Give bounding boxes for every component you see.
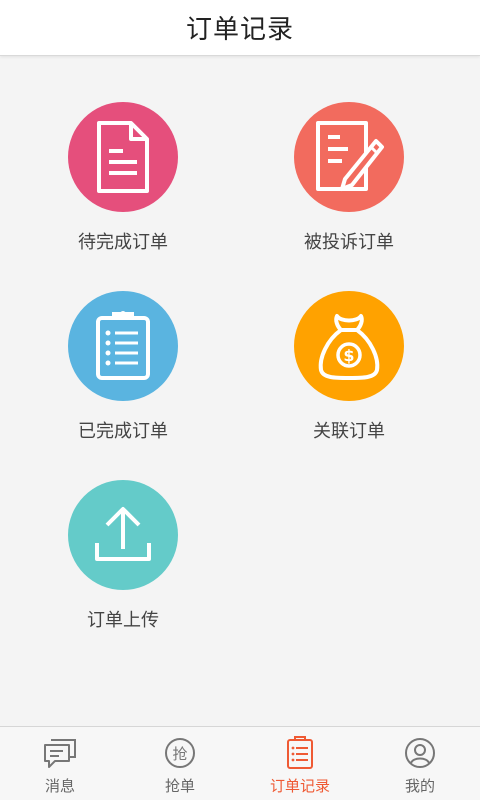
money-bag-icon: $ <box>318 314 380 380</box>
svg-text:抢: 抢 <box>172 745 187 763</box>
tab-label: 抢单 <box>164 777 195 795</box>
tile-label: 关联订单 <box>313 421 385 442</box>
linked-orders-circle[interactable]: $ <box>294 291 404 401</box>
clipboard-icon <box>283 736 317 770</box>
tile-label: 订单上传 <box>87 610 159 631</box>
tab-label: 我的 <box>404 777 435 795</box>
tab-label: 订单记录 <box>269 777 330 795</box>
user-icon <box>403 736 437 770</box>
tile-completed-orders[interactable]: 已完成订单 <box>23 291 223 443</box>
complained-orders-circle[interactable] <box>294 102 404 212</box>
document-icon <box>97 121 149 193</box>
grab-order-icon: 抢 <box>163 736 197 770</box>
tile-label: 被投诉订单 <box>304 232 394 253</box>
edit-document-icon <box>316 121 384 191</box>
tab-profile[interactable]: 我的 <box>360 727 480 800</box>
upload-orders-circle[interactable] <box>68 480 178 590</box>
pending-orders-circle[interactable] <box>68 102 178 212</box>
tab-order-records[interactable]: 订单记录 <box>240 727 360 800</box>
completed-orders-circle[interactable] <box>68 291 178 401</box>
chat-icon <box>43 736 77 770</box>
svg-text:$: $ <box>343 346 354 365</box>
tab-messages[interactable]: 消息 <box>0 727 120 800</box>
tab-label: 消息 <box>44 777 75 795</box>
order-menu-grid: 待完成订单 被投诉订单 已完成订单 $ 关联订单 订单上传 <box>0 56 480 726</box>
upload-icon <box>95 507 151 561</box>
tile-pending-orders[interactable]: 待完成订单 <box>23 102 223 254</box>
tab-grab-order[interactable]: 抢 抢单 <box>120 727 240 800</box>
tile-linked-orders[interactable]: $ 关联订单 <box>249 291 449 443</box>
bottom-tab-bar: 消息 抢 抢单 订单记录 我的 <box>0 726 480 800</box>
tile-label: 已完成订单 <box>78 421 168 442</box>
top-header: 订单记录 <box>0 0 480 56</box>
page-title: 订单记录 <box>185 15 294 45</box>
clipboard-list-icon <box>96 311 150 380</box>
tile-upload-orders[interactable]: 订单上传 <box>23 480 223 632</box>
tile-label: 待完成订单 <box>78 232 168 253</box>
tile-complained-orders[interactable]: 被投诉订单 <box>249 102 449 254</box>
